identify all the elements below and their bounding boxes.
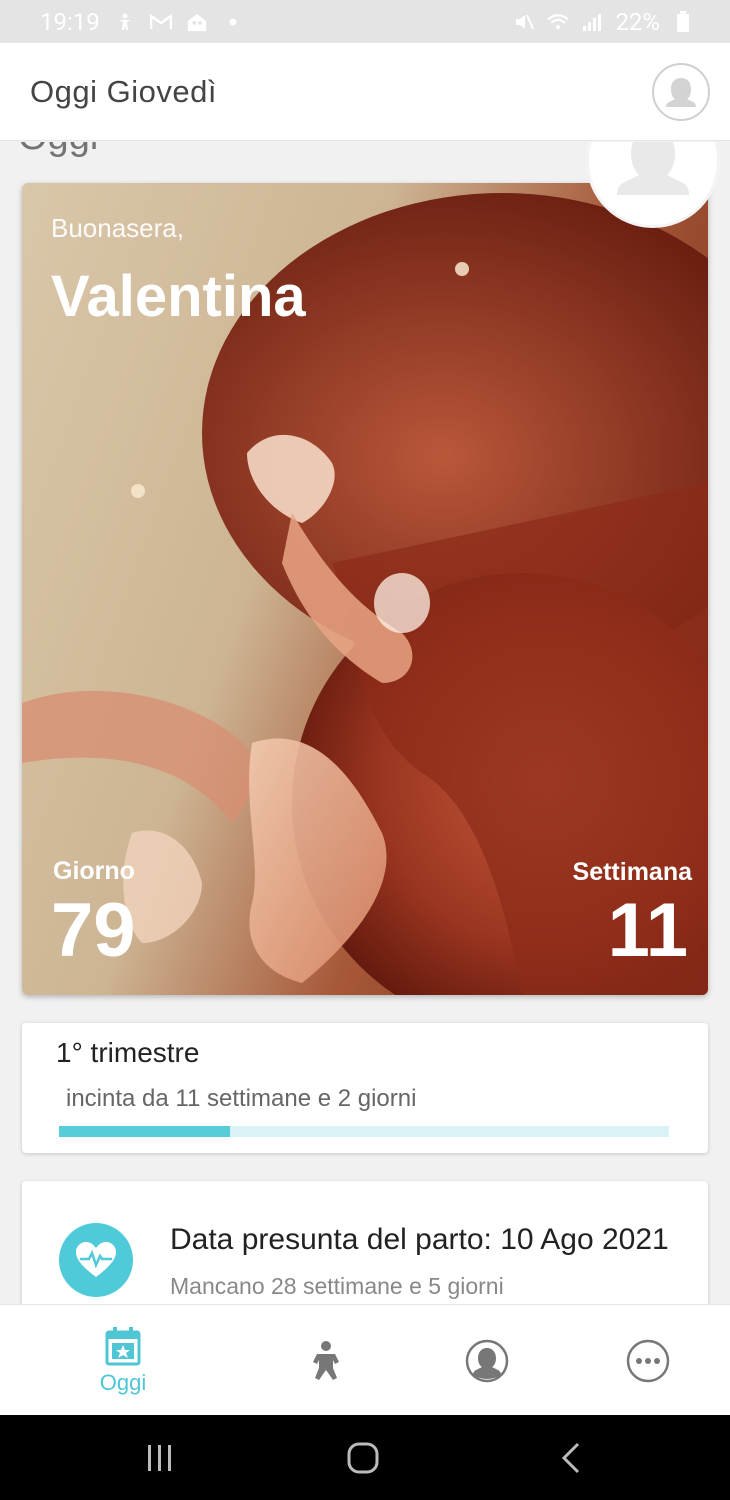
day-value: 79 <box>51 888 136 973</box>
mother-avatar-icon <box>617 142 689 195</box>
nav-tab-profile[interactable] <box>447 1305 527 1416</box>
nav-tab-baby[interactable] <box>286 1305 366 1416</box>
system-navigation-bar <box>0 1415 730 1500</box>
user-name: Valentina <box>51 264 306 329</box>
trimester-title: 1° trimestre <box>56 1037 200 1068</box>
gmail-icon <box>149 11 172 33</box>
family-icon <box>186 11 208 33</box>
user-avatar-icon <box>666 77 696 107</box>
back-button[interactable] <box>540 1415 600 1500</box>
back-icon <box>561 1442 580 1473</box>
due-date-card[interactable]: Data presunta del parto: 10 Ago 2021 Man… <box>22 1181 708 1304</box>
status-right: 22% <box>513 8 730 36</box>
signal-icon <box>581 11 603 33</box>
home-button[interactable] <box>333 1415 393 1500</box>
nav-label-oggi: Oggi <box>99 1369 147 1395</box>
app-header: Oggi Giovedì <box>0 43 730 141</box>
dot-icon <box>222 11 244 33</box>
status-left: 19:19 <box>0 8 244 36</box>
page-title: Oggi Giovedì <box>30 73 217 109</box>
greeting-text: Buonasera, <box>51 213 184 243</box>
status-bar: 19:19 22% <box>0 0 730 43</box>
battery-percent: 22% <box>615 7 660 36</box>
accessibility-icon <box>114 11 136 33</box>
nav-tab-more[interactable] <box>608 1305 688 1416</box>
trimester-subtitle: incinta da 11 settimane e 2 giorni <box>66 1085 417 1112</box>
trimester-progress-bar <box>59 1126 669 1137</box>
due-date-subtitle: Mancano 28 settimane e 5 giorni <box>170 1273 504 1299</box>
pregnancy-hero-card[interactable]: Buonasera, Valentina Giorno 79 Settimana… <box>22 183 708 995</box>
profile-avatar-button[interactable] <box>652 62 710 121</box>
nav-tab-oggi[interactable]: Oggi <box>62 1305 184 1416</box>
due-date-title: Data presunta del parto: 10 Ago 2021 <box>170 1223 669 1256</box>
week-value: 11 <box>607 888 688 973</box>
mute-icon <box>513 11 535 33</box>
status-time: 19:19 <box>40 7 100 36</box>
calendar-star-icon <box>105 1326 141 1365</box>
trimester-progress-fill <box>59 1126 230 1137</box>
mother-avatar-icon <box>465 1339 509 1382</box>
day-label: Giorno <box>53 857 135 885</box>
trimester-card[interactable]: 1° trimestre incinta da 11 settimane e 2… <box>22 1023 708 1153</box>
more-icon <box>626 1339 670 1382</box>
home-icon <box>347 1442 379 1473</box>
wifi-icon <box>547 11 570 33</box>
bottom-navigation: Oggi <box>0 1304 730 1416</box>
content-scroll[interactable]: Oggi <box>0 142 730 1304</box>
heartbeat-icon <box>76 1242 116 1277</box>
recent-apps-button[interactable] <box>130 1415 190 1500</box>
week-label: Settimana <box>572 858 692 886</box>
collapsed-title: Oggi <box>18 142 98 159</box>
due-date-icon-badge <box>59 1223 133 1297</box>
recent-apps-icon <box>148 1444 171 1471</box>
battery-icon <box>672 10 694 33</box>
baby-icon <box>313 1340 339 1380</box>
